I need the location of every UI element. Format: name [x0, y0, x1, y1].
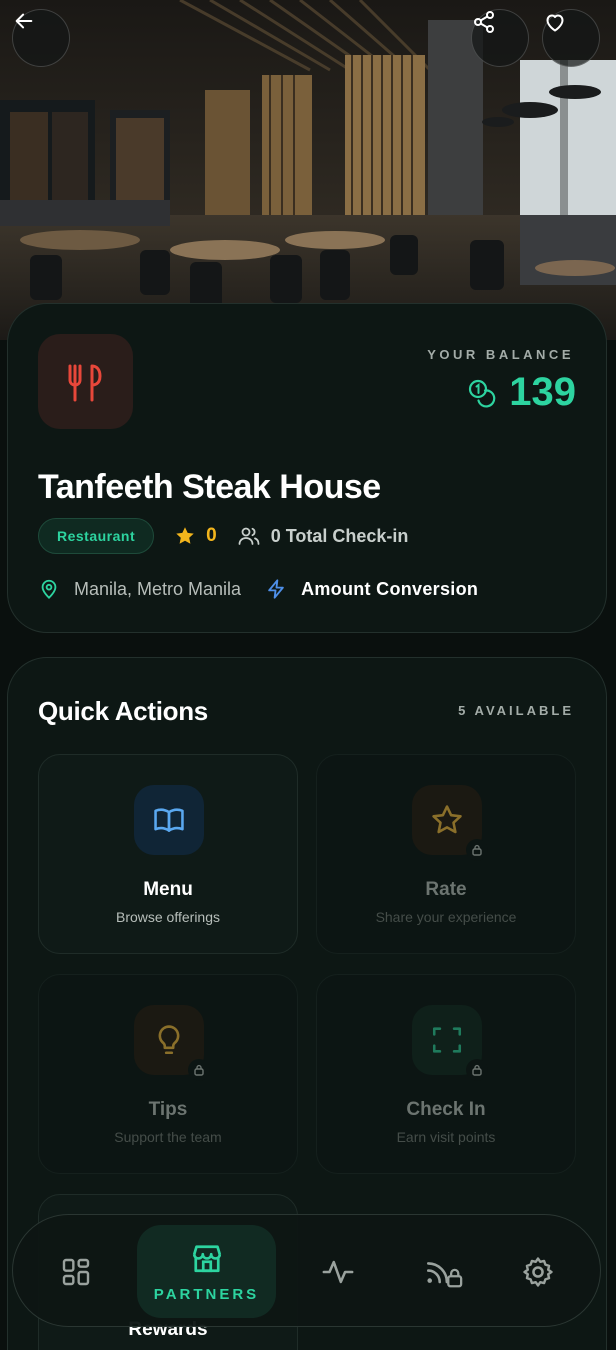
lightbulb-icon: [158, 1025, 180, 1055]
lock-icon: [188, 1059, 210, 1081]
venue-info-card: YOUR BALANCE 139 Tanfeeth Steak House Re…: [7, 303, 607, 633]
scan-icon: [432, 1027, 462, 1053]
star-outline-icon: [432, 805, 462, 834]
category-badge: Restaurant: [38, 518, 155, 554]
nav-dashboard[interactable]: [43, 1215, 109, 1328]
venue-name: Tanfeeth Steak House: [38, 468, 381, 506]
amount-conversion[interactable]: Amount Conversion: [265, 578, 478, 600]
action-tile-tips[interactable]: Tips Support the team: [38, 974, 298, 1174]
lightning-icon: [268, 579, 284, 599]
coins-icon: [469, 379, 496, 407]
nav-partners[interactable]: PARTNERS: [137, 1225, 276, 1318]
tile-title: Rate: [425, 879, 467, 900]
activity-icon: [322, 1260, 354, 1283]
checkins: 0 Total Check-in: [237, 524, 409, 548]
balance-display: 139: [467, 370, 576, 415]
hero-image: [0, 0, 616, 340]
balance-label: YOUR BALANCE: [427, 347, 574, 362]
utensils-icon: [68, 364, 101, 401]
share-button[interactable]: [471, 9, 529, 67]
tile-subtitle: Browse offerings: [115, 909, 220, 925]
quick-actions-count: 5 AVAILABLE: [458, 703, 574, 718]
store-icon: [192, 1245, 221, 1273]
share-icon: [474, 11, 494, 33]
book-icon: [154, 808, 184, 832]
tile-subtitle: Earn visit points: [396, 1129, 496, 1145]
venue-meta: Restaurant 0 0 Total Check-in: [38, 518, 408, 554]
checkins-count: 0 Total Check-in: [270, 525, 409, 546]
tile-title: Check In: [406, 1099, 486, 1120]
lock-icon: [466, 839, 488, 861]
checkin-icon-box: [412, 1005, 488, 1081]
tile-subtitle: Support the team: [114, 1129, 222, 1145]
nfc-lock-icon: [427, 1261, 463, 1287]
users-icon: [238, 527, 260, 545]
nav-nfc[interactable]: [411, 1215, 477, 1328]
rating-value: 0: [206, 525, 217, 546]
quick-actions-title: Quick Actions: [38, 696, 208, 726]
gear-icon: [523, 1256, 553, 1287]
action-tile-rate[interactable]: Rate Share your experience: [316, 754, 576, 954]
back-button[interactable]: [12, 9, 70, 67]
nav-partners-label: PARTNERS: [153, 1286, 260, 1303]
tips-icon-box: [134, 1005, 210, 1081]
rate-icon-box: [412, 785, 488, 861]
tile-title: Tips: [148, 1099, 188, 1120]
star-icon: [176, 527, 194, 544]
favorite-button[interactable]: [542, 9, 600, 67]
arrow-left-icon: [15, 13, 33, 29]
dashboard-icon: [62, 1258, 90, 1285]
nav-activity[interactable]: [305, 1215, 371, 1328]
location-row: Manila, Metro Manila Amount Conversion: [38, 578, 478, 600]
amount-conversion-label: Amount Conversion: [301, 578, 479, 599]
action-tile-menu[interactable]: Menu Browse offerings: [38, 754, 298, 954]
rating: 0: [174, 525, 217, 547]
location-text: Manila, Metro Manila: [74, 578, 242, 599]
venue-logo: [38, 334, 133, 429]
heart-icon: [546, 14, 564, 32]
nav-settings[interactable]: [505, 1215, 571, 1328]
tile-subtitle: Share your experience: [375, 909, 517, 925]
menu-icon-box: [134, 785, 204, 855]
lock-icon: [466, 1059, 488, 1081]
balance-value: 139: [509, 370, 576, 414]
bottom-nav: PARTNERS: [12, 1214, 601, 1327]
map-pin-icon: [41, 579, 57, 599]
tile-title: Menu: [143, 879, 193, 900]
action-tile-checkin[interactable]: Check In Earn visit points: [316, 974, 576, 1174]
